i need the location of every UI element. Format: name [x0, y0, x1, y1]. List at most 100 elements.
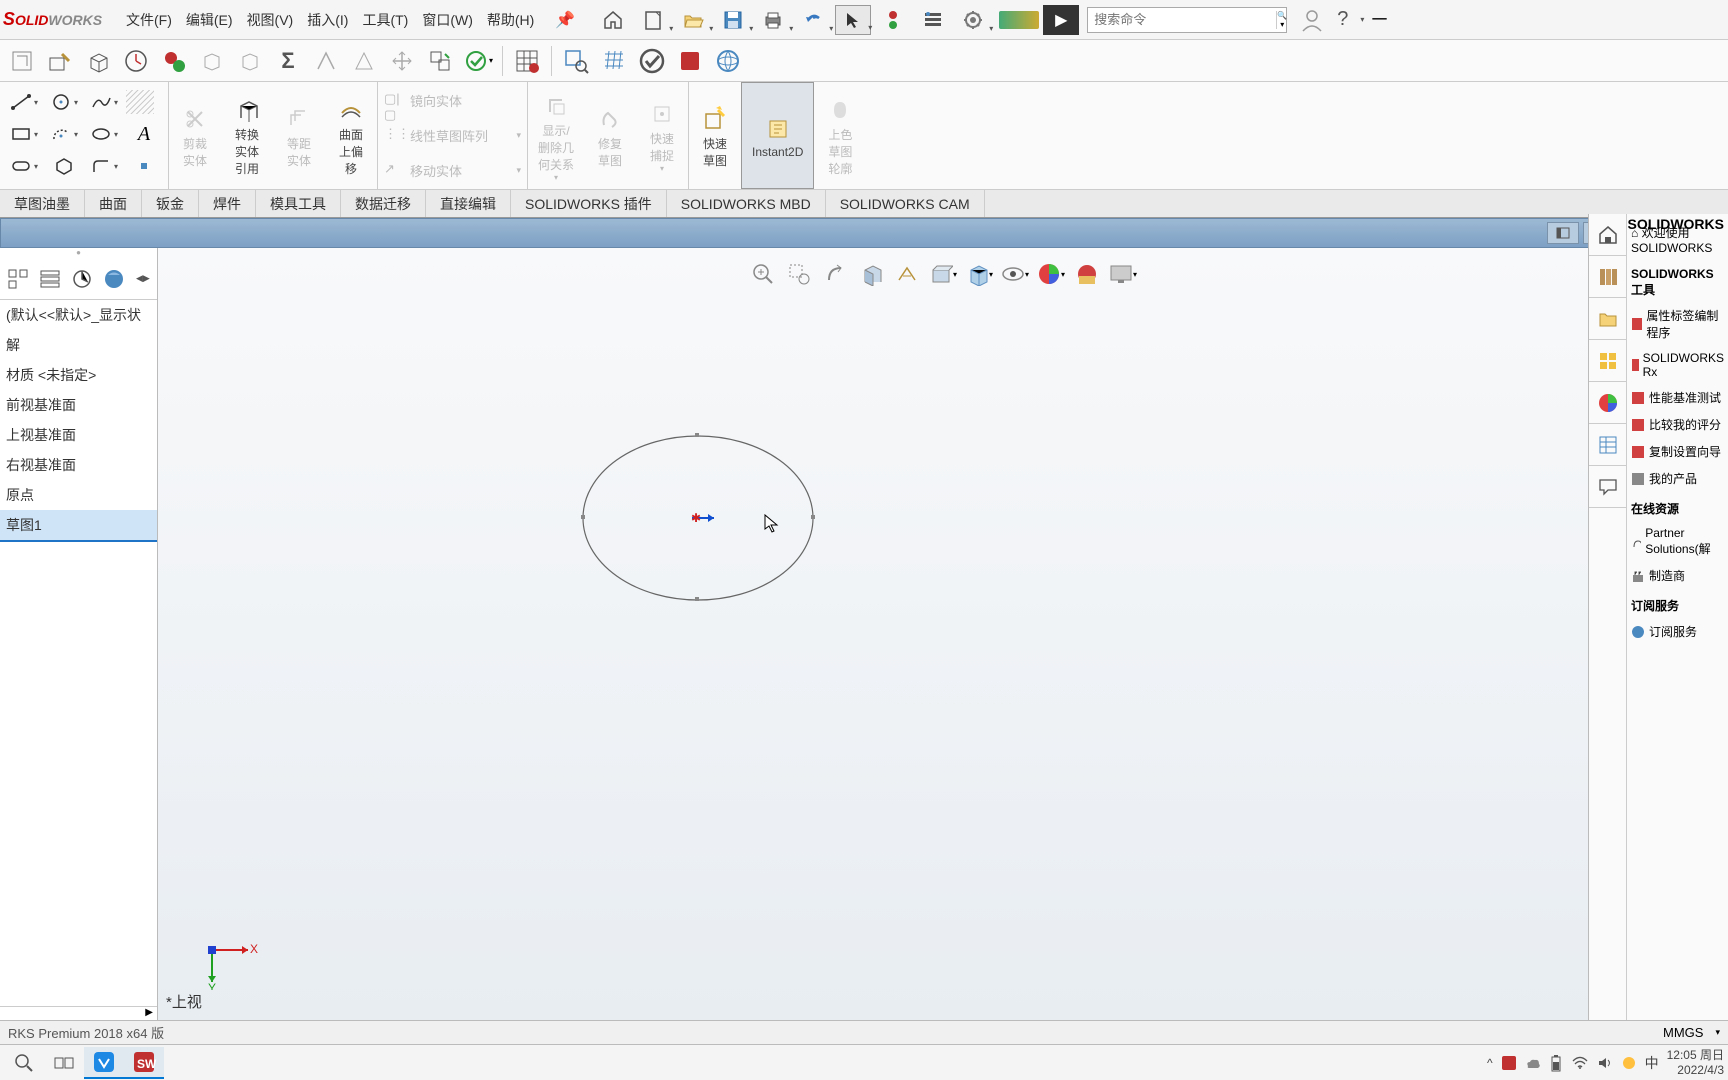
- tab-sw-cam[interactable]: SOLIDWORKS CAM: [826, 190, 985, 217]
- view-orient-icon[interactable]: ▾: [927, 258, 959, 290]
- print-icon[interactable]: ▾: [755, 5, 791, 35]
- qt-cube1-icon[interactable]: [194, 43, 230, 79]
- qt-sigma-icon[interactable]: Σ: [270, 43, 306, 79]
- qt-corner-icon[interactable]: [422, 43, 458, 79]
- ime-indicator[interactable]: 中: [1645, 1053, 1659, 1073]
- section-view-icon[interactable]: [855, 258, 887, 290]
- help-icon[interactable]: ?: [1337, 8, 1348, 31]
- tray-chevron-icon[interactable]: ^: [1487, 1056, 1493, 1070]
- mirror-button[interactable]: ▢|▢镜向实体: [382, 89, 523, 113]
- surface-offset-button[interactable]: 曲面 上偏 移: [325, 82, 377, 189]
- tab-sketch-ink[interactable]: 草图油墨: [0, 190, 85, 217]
- copy-settings-wizard[interactable]: 复制设置向导: [1631, 438, 1724, 465]
- rapid-sketch-button[interactable]: 快速 草图: [689, 82, 741, 189]
- options-icon[interactable]: [915, 5, 951, 35]
- ellipse-tool[interactable]: ▾: [86, 120, 122, 148]
- tree-solve[interactable]: 解: [0, 330, 157, 360]
- circle-tool[interactable]: ▾: [46, 88, 82, 116]
- quick-snap-button[interactable]: 快速 捕捉▾: [636, 82, 688, 189]
- equal-offset-button[interactable]: 等距 实体: [273, 82, 325, 189]
- qt-check-icon[interactable]: ▾: [460, 43, 496, 79]
- user-icon[interactable]: [1299, 7, 1325, 33]
- repair-button[interactable]: 修复 草图: [584, 82, 636, 189]
- custom-props-tab-icon[interactable]: [1589, 424, 1626, 466]
- tray-sw-icon[interactable]: [1501, 1055, 1517, 1071]
- undo-icon[interactable]: ▾: [795, 5, 831, 35]
- tree-right-plane[interactable]: 右视基准面: [0, 450, 157, 480]
- shade-sketch-button[interactable]: 上色 草图 轮廓: [814, 82, 866, 189]
- rebuild-icon[interactable]: [875, 5, 911, 35]
- qt-sketch-icon[interactable]: [42, 43, 78, 79]
- menu-insert[interactable]: 插入(I): [301, 6, 354, 34]
- tray-sync-icon[interactable]: [1621, 1055, 1637, 1071]
- search-box[interactable]: 🔍▾: [1087, 7, 1287, 33]
- tab-surface[interactable]: 曲面: [85, 190, 142, 217]
- property-tab-builder[interactable]: 属性标签编制程序: [1631, 302, 1724, 346]
- my-products[interactable]: 我的产品: [1631, 465, 1724, 492]
- trim-button[interactable]: 剪裁 实体: [169, 82, 221, 189]
- qt-3dsketch-icon[interactable]: [80, 43, 116, 79]
- menu-window[interactable]: 窗口(W): [416, 6, 479, 34]
- appearance-icon[interactable]: ▾: [1035, 258, 1067, 290]
- viewport[interactable]: ▾ ▾ ▾ ▾ ▾ ✱: [158, 248, 1728, 1020]
- save-icon[interactable]: ▾: [715, 5, 751, 35]
- qt-zoom-icon[interactable]: [558, 43, 594, 79]
- convert-button[interactable]: 转换 实体 引用: [221, 82, 273, 189]
- sketch-ellipse[interactable]: ✱: [578, 428, 818, 608]
- tree-sketch1[interactable]: 草图1: [0, 510, 157, 542]
- forward-icon[interactable]: ▶: [1043, 5, 1079, 35]
- tab-mold-tools[interactable]: 模具工具: [256, 190, 341, 217]
- qt-new-part[interactable]: [4, 43, 40, 79]
- file-explorer-tab-icon[interactable]: [1589, 298, 1626, 340]
- zoom-fit-icon[interactable]: [747, 258, 779, 290]
- search-taskbar-icon[interactable]: [4, 1047, 44, 1079]
- line-tool[interactable]: ▾: [6, 88, 42, 116]
- tree-material[interactable]: 材质 <未指定>: [0, 360, 157, 390]
- qt-cube2-icon[interactable]: [232, 43, 268, 79]
- config-tab-icon[interactable]: [70, 267, 94, 291]
- forum-tab-icon[interactable]: [1589, 466, 1626, 508]
- display-style-icon[interactable]: ▾: [963, 258, 995, 290]
- app1-taskbar-icon[interactable]: [84, 1047, 124, 1079]
- spline-tool[interactable]: ▾: [86, 88, 122, 116]
- scene-icon[interactable]: [1071, 258, 1103, 290]
- new-icon[interactable]: ▾: [635, 5, 671, 35]
- tab-sw-addins[interactable]: SOLIDWORKS 插件: [511, 190, 667, 217]
- polygon-tool[interactable]: [46, 152, 82, 180]
- dock-left-button[interactable]: [1547, 222, 1579, 244]
- point-tool[interactable]: [126, 152, 162, 180]
- home-tab-icon[interactable]: [1589, 214, 1626, 256]
- linear-pattern-button[interactable]: ⋮⋮线性草图阵列▾: [382, 124, 523, 148]
- manufacturers[interactable]: 制造商: [1631, 562, 1724, 589]
- taskview-icon[interactable]: [44, 1047, 84, 1079]
- move-entity-button[interactable]: ↗移动实体▾: [382, 159, 523, 183]
- instant2d-button[interactable]: Instant2D: [741, 82, 814, 189]
- hide-show-icon[interactable]: ▾: [999, 258, 1031, 290]
- tray-wifi-icon[interactable]: [1571, 1056, 1589, 1070]
- property-tab-icon[interactable]: [38, 267, 62, 291]
- tray-volume-icon[interactable]: [1597, 1055, 1613, 1071]
- tab-sw-mbd[interactable]: SOLIDWORKS MBD: [667, 190, 826, 217]
- feature-tree-tab-icon[interactable]: [6, 267, 30, 291]
- appearance-tab-icon[interactable]: [1589, 382, 1626, 424]
- prev-view-icon[interactable]: [819, 258, 851, 290]
- solidworks-taskbar-icon[interactable]: SW: [124, 1047, 164, 1079]
- search-input[interactable]: [1088, 12, 1276, 27]
- settings-icon[interactable]: ▾: [955, 5, 991, 35]
- pin-icon[interactable]: 📌: [555, 10, 575, 30]
- tray-onedrive-icon[interactable]: [1525, 1055, 1541, 1071]
- clock[interactable]: 12:05 周日 2022/4/3: [1667, 1048, 1724, 1077]
- render-icon[interactable]: ▾: [1107, 258, 1139, 290]
- menu-file[interactable]: 文件(F): [120, 6, 178, 34]
- tree-config[interactable]: (默认<<默认>_显示状: [0, 300, 157, 330]
- view-palette-tab-icon[interactable]: [1589, 340, 1626, 382]
- tree-front-plane[interactable]: 前视基准面: [0, 390, 157, 420]
- qt-axis-icon[interactable]: [308, 43, 344, 79]
- compare-score[interactable]: 比较我的评分: [1631, 411, 1724, 438]
- qt-verify-icon[interactable]: [634, 43, 670, 79]
- menu-help[interactable]: 帮助(H): [481, 6, 540, 34]
- solidworks-rx[interactable]: SOLIDWORKS Rx: [1631, 346, 1724, 384]
- open-icon[interactable]: ▾: [675, 5, 711, 35]
- rect-tool[interactable]: ▾: [6, 120, 42, 148]
- tab-data-migration[interactable]: 数据迁移: [341, 190, 426, 217]
